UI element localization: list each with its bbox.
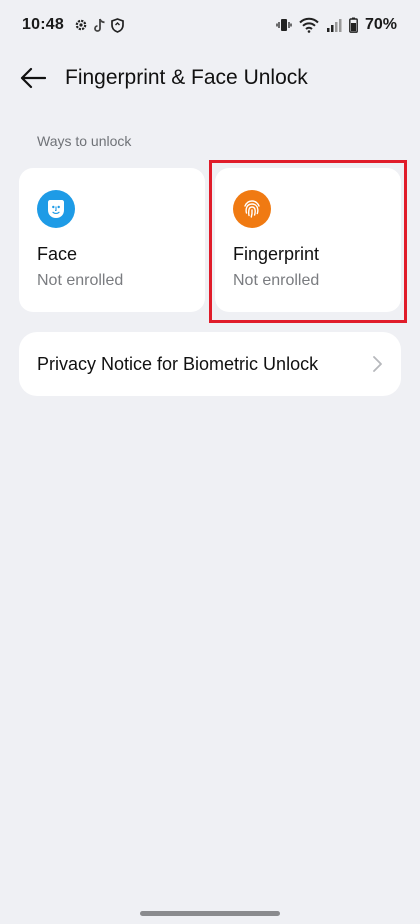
face-unlock-tile[interactable]: Face Not enrolled xyxy=(19,168,205,312)
status-bar: 10:48 70% xyxy=(0,0,420,50)
face-icon xyxy=(37,190,75,228)
signal-icon xyxy=(326,17,342,33)
chevron-right-icon xyxy=(371,355,383,373)
fingerprint-unlock-tile[interactable]: Fingerprint Not enrolled xyxy=(215,168,401,312)
page-title: Fingerprint & Face Unlock xyxy=(65,66,308,89)
status-time: 10:48 xyxy=(22,16,64,33)
fingerprint-tile-status: Not enrolled xyxy=(233,272,320,289)
fingerprint-tile-title: Fingerprint xyxy=(233,244,320,264)
vibrate-icon xyxy=(276,17,292,33)
fingerprint-icon xyxy=(233,190,271,228)
face-tile-title: Face xyxy=(37,244,78,264)
privacy-notice-row[interactable]: Privacy Notice for Biometric Unlock xyxy=(19,332,401,396)
battery-percentage: 70% xyxy=(364,16,397,33)
privacy-notice-label: Privacy Notice for Biometric Unlock xyxy=(37,353,319,374)
gear-icon xyxy=(74,18,88,32)
status-system-icons: 70% xyxy=(276,16,397,34)
arrow-left-icon xyxy=(20,67,46,89)
status-notification-icons xyxy=(74,17,124,33)
face-tile-status: Not enrolled xyxy=(37,272,124,289)
tiktok-icon xyxy=(93,18,106,33)
section-label: Ways to unlock xyxy=(37,133,132,149)
back-button[interactable] xyxy=(10,55,56,101)
battery-icon xyxy=(349,17,358,33)
home-indicator[interactable] xyxy=(140,911,280,916)
app-bar: Fingerprint & Face Unlock xyxy=(0,52,420,104)
wifi-icon xyxy=(299,17,319,33)
shield-icon xyxy=(111,17,124,33)
